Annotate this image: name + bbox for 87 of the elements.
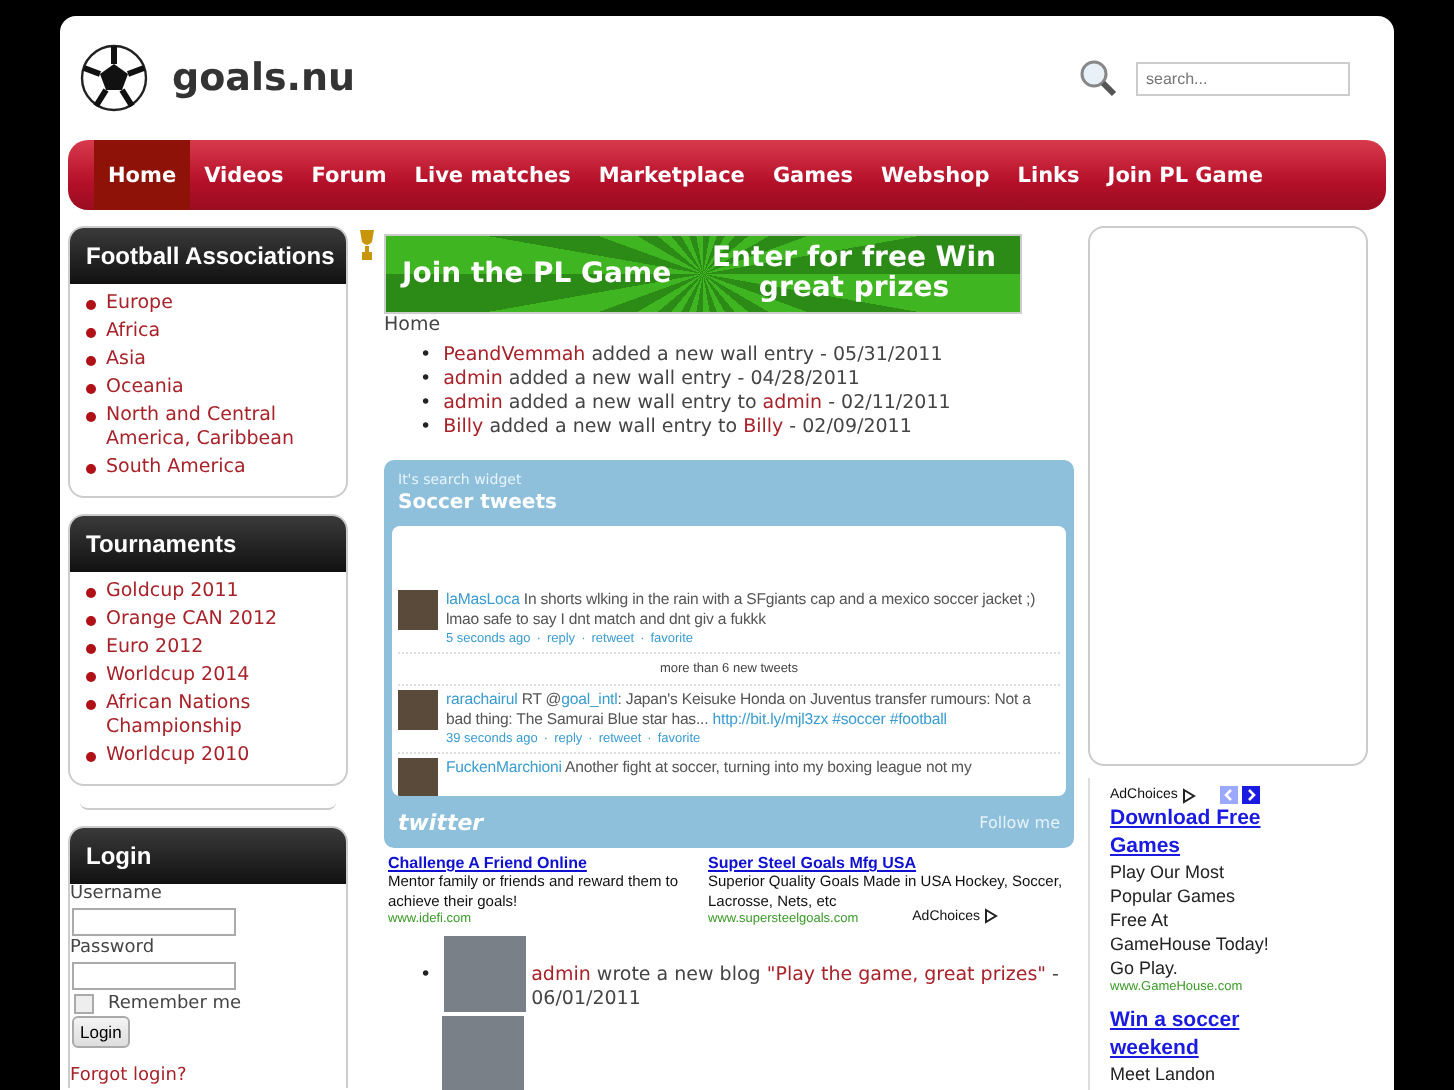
ad-title[interactable]: Download Free Games [1110,804,1270,860]
sidebar-link[interactable]: African Nations Championship [106,692,334,740]
nav-item[interactable]: Join PL Game [1093,140,1277,210]
checkbox-label: Remember me [108,993,242,1013]
user-link[interactable]: Billy [443,416,484,438]
user-link[interactable]: admin [443,392,503,414]
sidebar-link[interactable]: Oceania [106,376,184,400]
ad-description: Meet Landon [1110,1062,1216,1086]
blog-item: admin wrote a new blog "Play the game, great prizes" - 06/01/2011 [531,964,1061,1012]
search-icon[interactable] [1078,58,1118,98]
bullet-icon [86,752,96,762]
nav-item[interactable]: Live matches [400,140,585,210]
user-link[interactable]: Billy [743,416,784,438]
user-link[interactable]: admin [762,392,823,414]
sidebar-link[interactable]: Europe [106,292,173,316]
bullet-icon [86,412,96,422]
bullet-icon [86,588,96,598]
bullet-icon [86,328,96,338]
ad-title[interactable]: Super Steel Goals Mfg USA [708,854,917,872]
nav-item[interactable]: Videos [190,140,298,210]
activity-item: admin added a new wall entry to admin - 02/11/2011 [443,392,951,416]
avatar-placeholder [398,590,438,630]
photo-placeholder [442,1016,524,1090]
activity-item: admin added a new wall entry - 04/28/2011 [443,368,860,392]
bullet-icon [86,644,96,654]
user-link[interactable]: admin [443,368,503,390]
nav-item[interactable]: Links [1003,140,1094,210]
sidebar-link[interactable]: Africa [106,320,161,344]
avatar-placeholder [398,690,438,730]
activity-item: Billy added a new wall entry to Billy - 02/09/2011 [443,416,912,440]
sidebar-link[interactable]: Asia [106,348,146,372]
bullet-icon [86,384,96,394]
user-link[interactable]: admin [531,964,591,986]
nav-item[interactable]: Webshop [866,140,1004,210]
bullet-icon [86,300,96,310]
sidebar-link[interactable]: South America [106,456,246,480]
nav-item[interactable]: Home [94,140,191,210]
list-bullet: • [420,392,432,416]
bullet-icon [86,616,96,626]
ad-description: Play Our Most Popular Games Free At GameHouse Today! Go Play. [1110,860,1270,980]
banner-text: Enter for free Win great prizes [709,244,999,304]
search-field[interactable]: search... [1136,61,1350,95]
checkbox[interactable] [74,993,94,1013]
field-label: Password [70,938,157,960]
promo-banner[interactable]: Join the PL Game Enter for free Win great prizes [384,234,1022,314]
ad-title[interactable]: Win a soccer weekend [1110,1006,1270,1062]
user-link[interactable]: PeandVemmah [443,344,586,366]
forgot-link[interactable]: Forgot login? [70,1066,187,1086]
list-bullet: • [420,368,432,392]
play-triangle-icon[interactable] [1181,787,1196,803]
play-triangle-icon[interactable] [984,908,998,924]
bullet-icon [86,464,96,474]
soccer-ball-logo [80,44,148,112]
photo-placeholder [443,936,526,1012]
sidebar-link[interactable]: Worldcup 2010 [106,744,250,768]
list-bullet: • [420,416,432,440]
bullet-icon [86,700,96,710]
field-label: Username [70,884,164,906]
activity-item: PeandVemmah added a new wall entry - 05/31/2011 [443,344,943,368]
list-bullet: • [420,964,432,988]
login-button[interactable]: Login [72,1016,130,1048]
next-arrow-icon[interactable] [1241,786,1260,804]
sidebar-link[interactable]: Worldcup 2014 [106,664,250,688]
box-header: Tournaments [70,516,346,572]
box-header: Login [70,828,346,884]
banner-text: Join the PL Game [402,258,672,290]
list-bullet: • [420,344,432,368]
sidebar-link[interactable]: North and Central America, Caribbean [106,404,334,452]
ad-title[interactable]: Challenge A Friend Online [388,854,587,872]
bullet-icon [86,672,96,682]
nav-item[interactable]: Marketplace [584,140,759,210]
sidebar-link[interactable]: Orange CAN 2012 [106,608,278,632]
trophy-icon [358,230,376,260]
blog-link[interactable]: "Play the game, great prizes" [766,964,1047,986]
sidebar-link[interactable]: Goldcup 2011 [106,580,239,604]
nav-item[interactable]: Games [758,140,867,210]
nav-item[interactable]: Forum [297,140,401,210]
breadcrumb: Home [384,314,443,336]
twitter-logo: twitter [398,809,484,835]
input-field[interactable] [72,908,236,936]
input-field[interactable] [72,962,236,990]
sidebar-link[interactable]: Euro 2012 [106,636,204,660]
widget-title: Soccer tweets [396,490,559,518]
site-title[interactable]: goals.nu [172,56,356,100]
bullet-icon [86,356,96,366]
avatar-placeholder [398,758,438,796]
box-header: Football Associations [70,228,346,284]
